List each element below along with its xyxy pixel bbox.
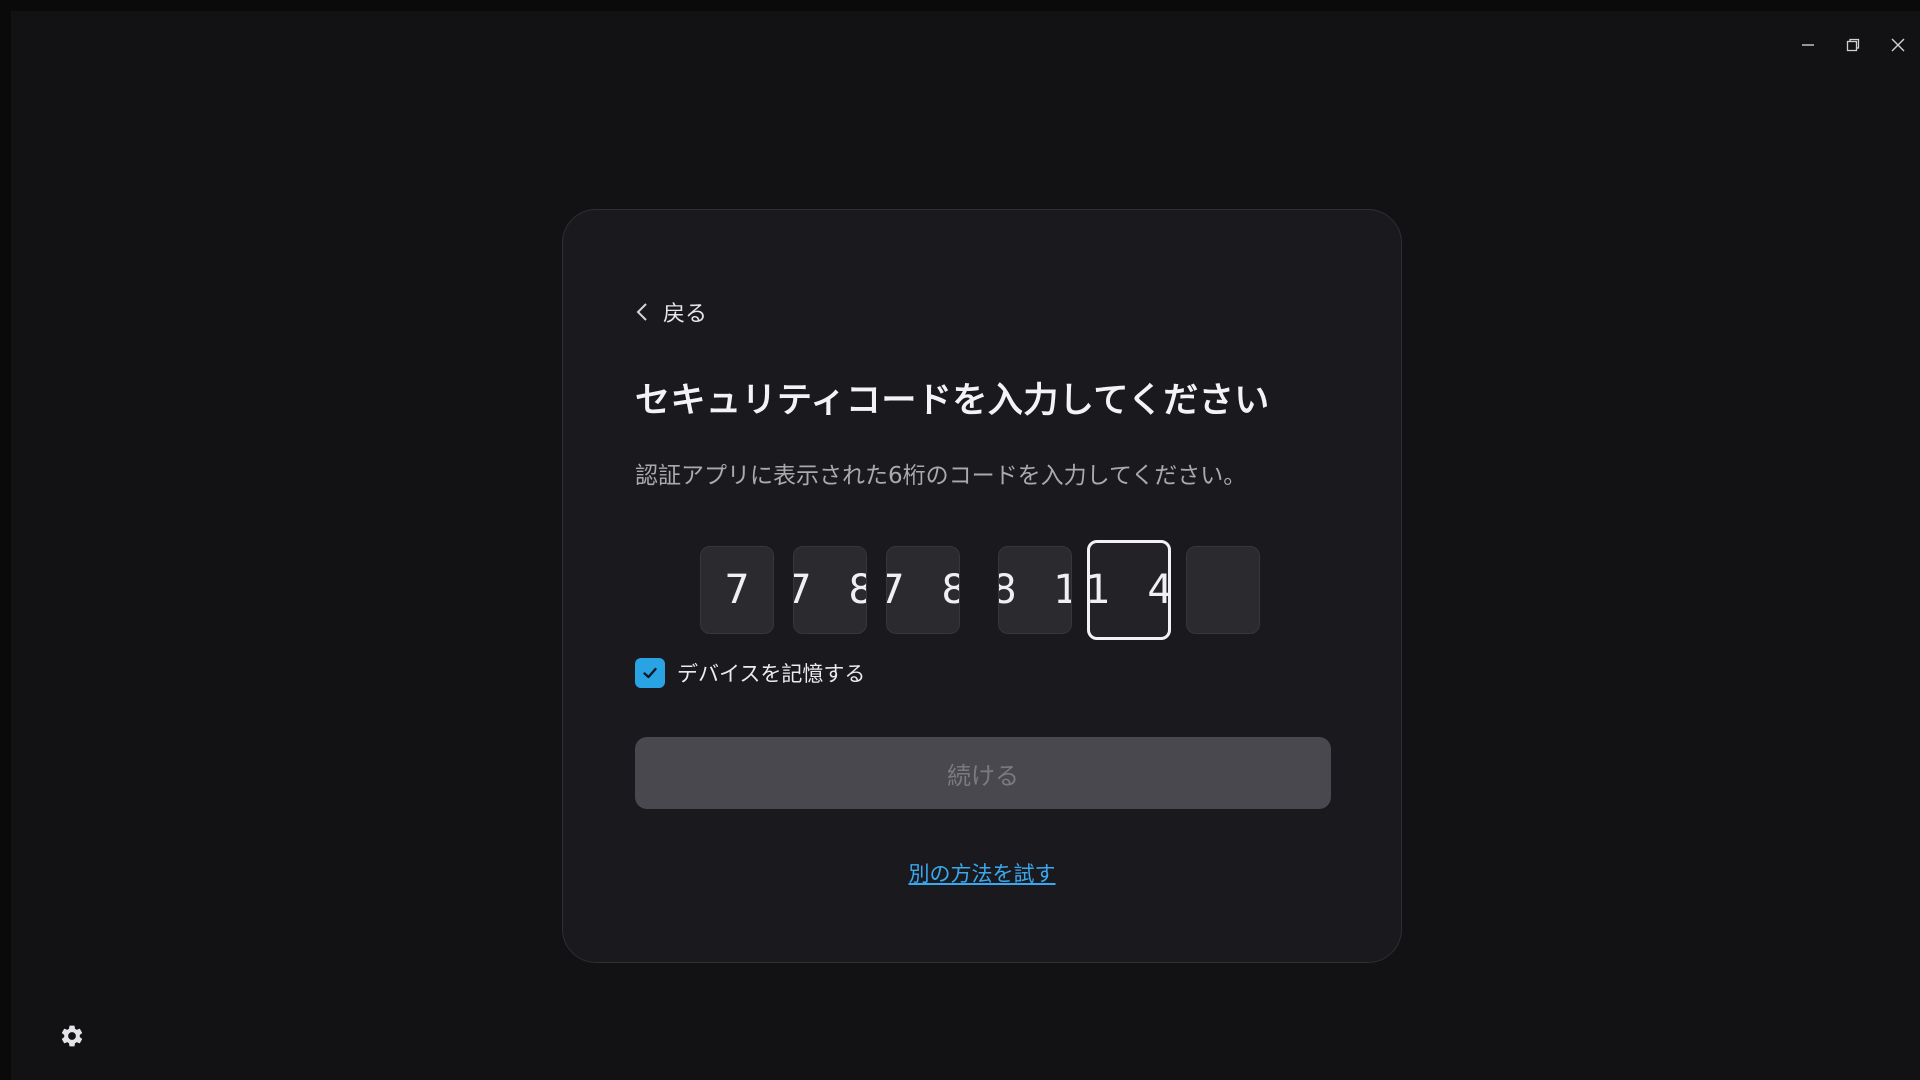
security-code-card: 戻る セキュリティコードを入力してください 認証アプリに表示された6桁のコードを… — [562, 209, 1402, 963]
minimize-icon — [1801, 44, 1814, 46]
code-digit-3[interactable]: 7 8 — [886, 546, 960, 634]
code-digit-2[interactable]: 7 8 — [793, 546, 867, 634]
chevron-left-icon — [636, 303, 647, 321]
code-digit-4[interactable]: 8 1 — [998, 546, 1072, 634]
close-button[interactable] — [1875, 25, 1920, 65]
code-digit-5[interactable]: 1 4 — [1087, 540, 1171, 640]
remember-device-option[interactable]: デバイスを記憶する — [635, 658, 865, 688]
restore-icon — [1846, 38, 1859, 52]
checkmark-icon — [643, 667, 657, 679]
code-digit-6[interactable] — [1186, 546, 1260, 634]
continue-button[interactable]: 続ける — [635, 737, 1331, 809]
settings-button[interactable] — [59, 1023, 85, 1049]
page-title: セキュリティコードを入力してください — [635, 381, 1270, 421]
app-window: 戻る セキュリティコードを入力してください 認証アプリに表示された6桁のコードを… — [11, 11, 1920, 1080]
back-button[interactable]: 戻る — [635, 296, 707, 328]
remember-device-label: デバイスを記憶する — [677, 662, 866, 686]
close-icon — [1891, 38, 1904, 52]
gear-icon — [61, 1025, 83, 1047]
code-digit-1[interactable]: 7 — [700, 546, 774, 634]
page-subtitle: 認証アプリに表示された6桁のコードを入力してください。 — [635, 463, 1247, 489]
minimize-button[interactable] — [1785, 25, 1830, 65]
remember-device-checkbox[interactable] — [635, 658, 665, 688]
restore-button[interactable] — [1830, 25, 1875, 65]
back-label: 戻る — [663, 302, 708, 327]
code-input-group: 7 7 8 7 8 8 1 1 4 — [700, 540, 1266, 640]
try-another-method-link[interactable]: 別の方法を試す — [563, 858, 1401, 888]
window-controls — [1785, 25, 1920, 65]
